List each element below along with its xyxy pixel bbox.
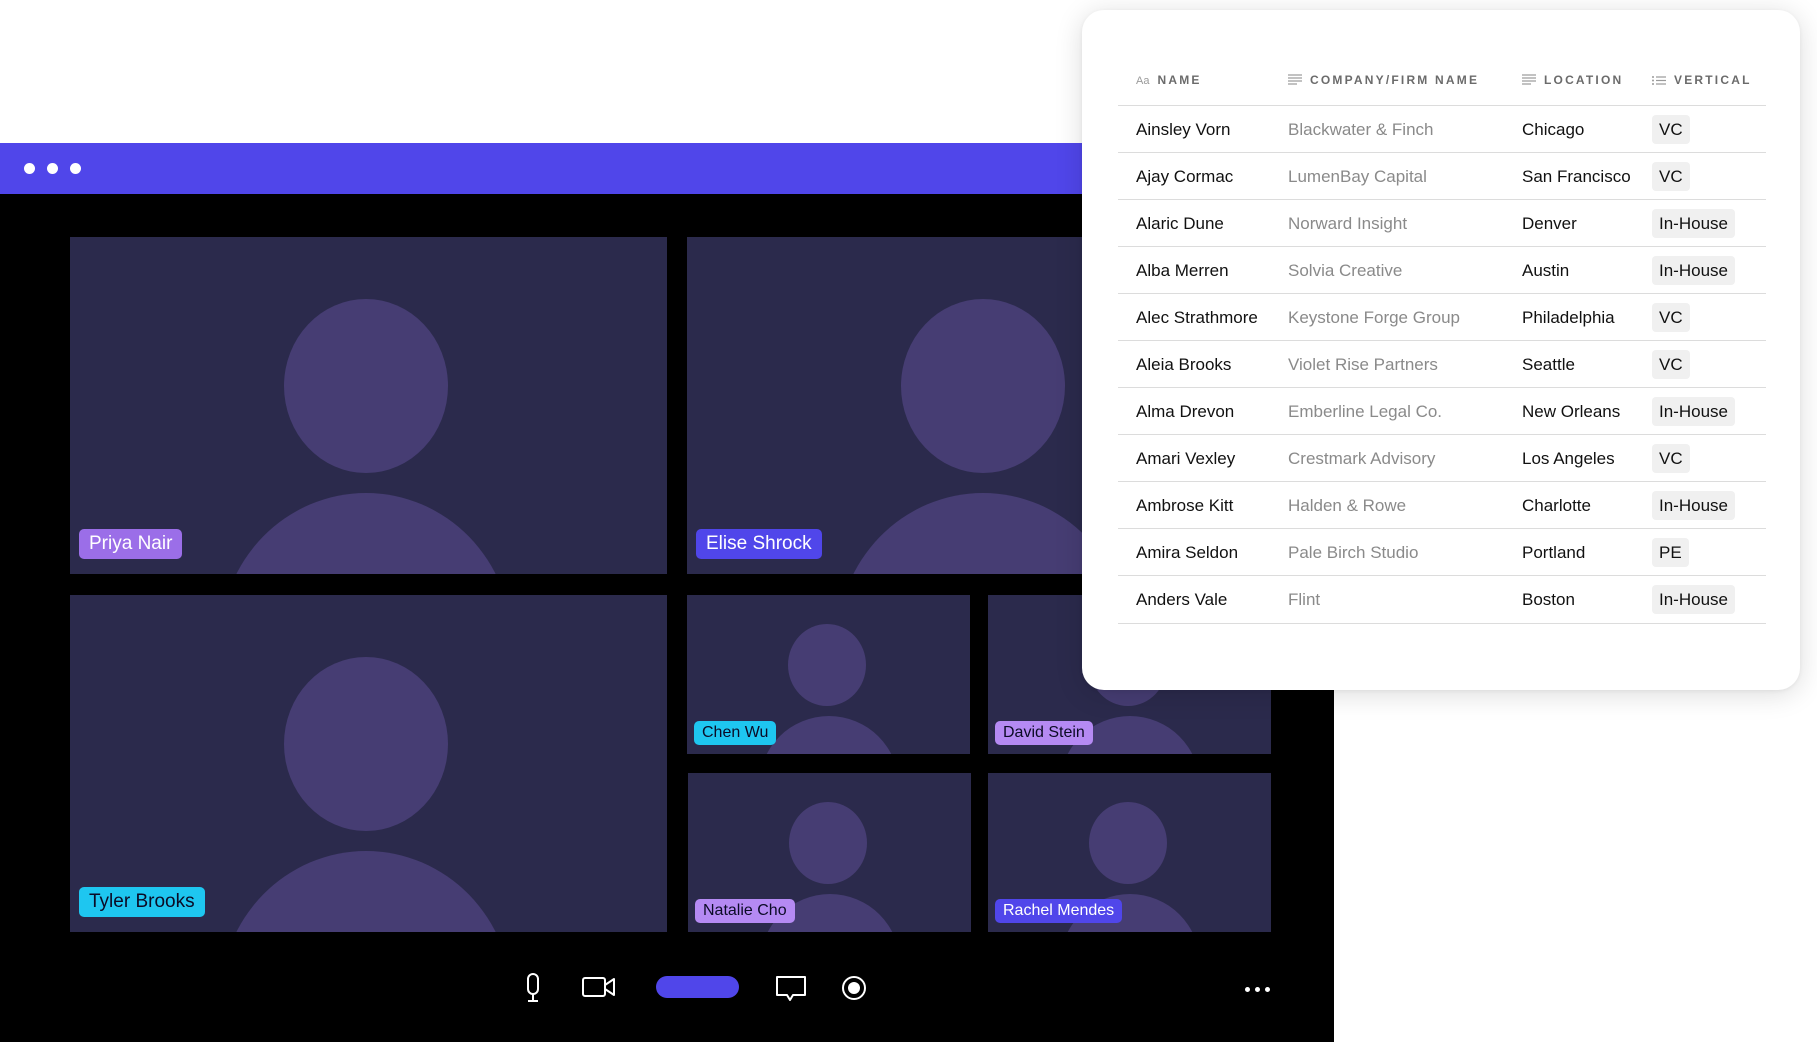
- cell-name: Anders Vale: [1136, 590, 1228, 609]
- text-lines-icon: [1522, 65, 1536, 97]
- column-header-company[interactable]: COMPANY/FIRM NAME: [1288, 64, 1479, 96]
- table-row[interactable]: Alaric Dune Norward Insight Denver In-Ho…: [1118, 199, 1766, 247]
- cell-location: Boston: [1522, 590, 1575, 609]
- camera-icon[interactable]: [582, 975, 616, 1004]
- cell-company: Solvia Creative: [1288, 261, 1403, 280]
- text-lines-icon: [1288, 65, 1302, 97]
- cell-company: LumenBay Capital: [1288, 167, 1427, 186]
- table-row[interactable]: Aleia Brooks Violet Rise Partners Seattl…: [1118, 340, 1766, 388]
- vertical-tag: In-House: [1652, 209, 1735, 238]
- avatar-head: [1089, 802, 1167, 884]
- column-header-name[interactable]: Aa NAME: [1136, 64, 1202, 96]
- avatar-head: [284, 299, 448, 473]
- cell-name: Ajay Cormac: [1136, 167, 1234, 186]
- cell-name: Alec Strathmore: [1136, 308, 1258, 327]
- table-row[interactable]: Amira Seldon Pale Birch Studio Portland …: [1118, 528, 1766, 576]
- table-row[interactable]: Anders Vale Flint Boston In-House: [1118, 575, 1766, 624]
- column-header-vertical[interactable]: VERTICAL: [1652, 64, 1752, 96]
- participant-name-tag: Tyler Brooks: [79, 887, 205, 917]
- cell-company: Violet Rise Partners: [1288, 355, 1438, 374]
- cell-location: Los Angeles: [1522, 449, 1615, 468]
- cell-company: Blackwater & Finch: [1288, 120, 1434, 139]
- contacts-table-card: Aa NAME COMPANY/FIRM NAME LOCATION VERTIC…: [1082, 10, 1800, 690]
- microphone-icon[interactable]: [523, 972, 543, 1009]
- cell-name: Ambrose Kitt: [1136, 496, 1234, 515]
- avatar-head: [789, 802, 867, 884]
- text-type-icon: Aa: [1136, 74, 1150, 87]
- cell-company: Flint: [1288, 590, 1321, 609]
- avatar-body: [220, 493, 512, 574]
- cell-location: Portland: [1522, 543, 1586, 562]
- cell-company: Emberline Legal Co.: [1288, 402, 1443, 421]
- table-row[interactable]: Ambrose Kitt Halden & Rowe Charlotte In-…: [1118, 481, 1766, 529]
- window-close-dot[interactable]: [24, 163, 35, 174]
- vertical-tag: PE: [1652, 538, 1689, 567]
- cell-company: Norward Insight: [1288, 214, 1408, 233]
- vertical-tag: In-House: [1652, 397, 1735, 426]
- chat-icon[interactable]: [775, 975, 807, 1008]
- cell-name: Alma Drevon: [1136, 402, 1235, 421]
- cell-company: Halden & Rowe: [1288, 496, 1407, 515]
- vertical-tag: VC: [1652, 162, 1690, 191]
- cell-company: Pale Birch Studio: [1288, 543, 1419, 562]
- table-row[interactable]: Alma Drevon Emberline Legal Co. New Orle…: [1118, 387, 1766, 435]
- vertical-tag: VC: [1652, 303, 1690, 332]
- cell-location: Charlotte: [1522, 496, 1591, 515]
- cell-name: Ainsley Vorn: [1136, 120, 1231, 139]
- participant-tile[interactable]: Tyler Brooks: [70, 595, 667, 932]
- cell-location: Chicago: [1522, 120, 1585, 139]
- vertical-tag: VC: [1652, 350, 1690, 379]
- table-row[interactable]: Ajay Cormac LumenBay Capital San Francis…: [1118, 152, 1766, 200]
- participant-tile[interactable]: Chen Wu: [687, 595, 970, 754]
- vertical-tag: In-House: [1652, 491, 1735, 520]
- participant-tile[interactable]: Priya Nair: [70, 237, 667, 574]
- participant-tile[interactable]: Natalie Cho: [688, 773, 971, 932]
- more-icon[interactable]: [1245, 987, 1271, 993]
- table-row[interactable]: Ainsley Vorn Blackwater & Finch Chicago …: [1118, 105, 1766, 153]
- cell-name: Alaric Dune: [1136, 214, 1224, 233]
- participant-name-tag: Chen Wu: [694, 721, 777, 745]
- avatar-head: [788, 624, 866, 706]
- record-icon[interactable]: [841, 975, 867, 1006]
- vertical-tag: In-House: [1652, 585, 1735, 614]
- list-icon: [1652, 65, 1666, 97]
- share-screen-button[interactable]: [656, 976, 739, 998]
- cell-location: Philadelphia: [1522, 308, 1615, 327]
- table-row[interactable]: Alba Merren Solvia Creative Austin In-Ho…: [1118, 246, 1766, 294]
- cell-company: Crestmark Advisory: [1288, 449, 1436, 468]
- column-header-location[interactable]: LOCATION: [1522, 64, 1623, 96]
- cell-name: Aleia Brooks: [1136, 355, 1232, 374]
- cell-location: New Orleans: [1522, 402, 1621, 421]
- vertical-tag: In-House: [1652, 256, 1735, 285]
- window-minimize-dot[interactable]: [47, 163, 58, 174]
- participant-name-tag: David Stein: [995, 721, 1093, 745]
- vertical-tag: VC: [1652, 444, 1690, 473]
- participant-name-tag: Rachel Mendes: [995, 899, 1123, 923]
- participant-tile[interactable]: Rachel Mendes: [988, 773, 1271, 932]
- participant-name-tag: Priya Nair: [79, 529, 183, 559]
- avatar-head: [284, 657, 448, 831]
- cell-location: Seattle: [1522, 355, 1575, 374]
- cell-location: San Francisco: [1522, 167, 1631, 186]
- avatar-head: [901, 299, 1065, 473]
- avatar-body: [220, 851, 512, 932]
- cell-company: Keystone Forge Group: [1288, 308, 1460, 327]
- participant-name-tag: Elise Shrock: [696, 529, 822, 559]
- table-header: Aa NAME COMPANY/FIRM NAME LOCATION VERTIC…: [1118, 64, 1766, 96]
- cell-location: Denver: [1522, 214, 1577, 233]
- cell-name: Amira Seldon: [1136, 543, 1239, 562]
- cell-name: Amari Vexley: [1136, 449, 1236, 468]
- cell-name: Alba Merren: [1136, 261, 1229, 280]
- window-maximize-dot[interactable]: [70, 163, 81, 174]
- cell-location: Austin: [1522, 261, 1570, 280]
- vertical-tag: VC: [1652, 115, 1690, 144]
- table-row[interactable]: Alec Strathmore Keystone Forge Group Phi…: [1118, 293, 1766, 341]
- participant-name-tag: Natalie Cho: [695, 899, 795, 923]
- table-row[interactable]: Amari Vexley Crestmark Advisory Los Ange…: [1118, 434, 1766, 482]
- avatar-body: [759, 716, 899, 754]
